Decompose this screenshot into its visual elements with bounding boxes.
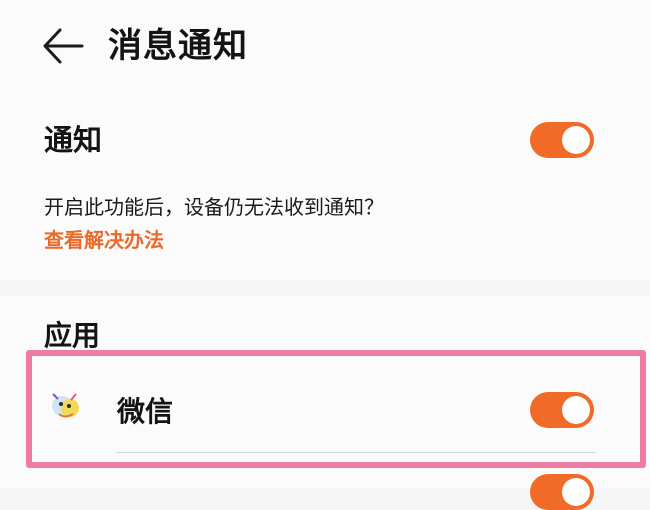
page-title: 消息通知 [108, 26, 248, 66]
toggle-knob [562, 396, 590, 424]
notice-text: 开启此功能后，设备仍无法收到通知？ [44, 195, 384, 219]
divider [116, 452, 596, 453]
notification-toggle[interactable] [530, 122, 594, 158]
wechat-app-icon [48, 390, 82, 424]
next-app-toggle[interactable] [530, 474, 594, 510]
back-button[interactable] [36, 22, 92, 74]
toggle-knob [562, 478, 590, 506]
notification-label: 通知 [44, 123, 103, 157]
wechat-toggle[interactable] [530, 392, 594, 428]
toggle-knob [562, 126, 590, 154]
app-name: 微信 [117, 395, 174, 428]
arrow-left-icon [43, 28, 84, 64]
help-link[interactable]: 查看解决办法 [44, 226, 164, 254]
